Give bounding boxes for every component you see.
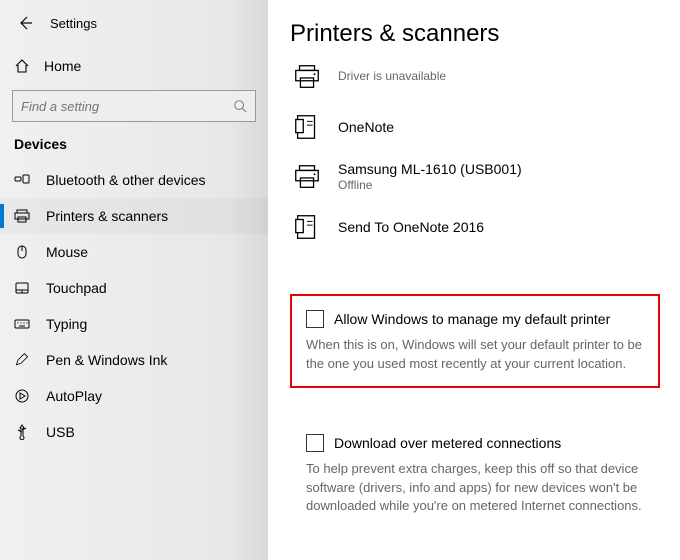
back-arrow-icon [17,15,33,31]
mouse-icon [14,244,30,260]
home-icon [14,58,30,74]
autoplay-icon [14,388,30,404]
default-printer-label: Allow Windows to manage my default print… [334,311,610,327]
sidebar-item-label: Typing [46,316,87,332]
sidebar-item-printers[interactable]: Printers & scanners [0,198,268,234]
sidebar-item-bluetooth[interactable]: Bluetooth & other devices [0,162,268,198]
sidebar-item-label: Printers & scanners [46,208,168,224]
sidebar-item-touchpad[interactable]: Touchpad [0,270,268,306]
device-status: Driver is unavailable [338,69,446,85]
printer-device-icon [290,60,324,94]
metered-checkbox[interactable] [306,434,324,452]
search-icon [233,99,247,113]
device-item[interactable]: Samsung ML-1610 (USB001) Offline [290,154,660,204]
back-button[interactable] [14,12,36,34]
default-printer-desc: When this is on, Windows will set your d… [306,336,644,374]
metered-section: Download over metered connections To hel… [290,434,660,517]
sidebar-item-pen[interactable]: Pen & Windows Ink [0,342,268,378]
usb-icon [14,424,30,440]
sidebar-item-label: USB [46,424,75,440]
touchpad-icon [14,280,30,296]
onenote-device-icon [290,210,324,244]
device-item[interactable]: OneNote [290,104,660,154]
search-box[interactable] [12,90,256,122]
device-name: OneNote [338,118,394,136]
sidebar-home-label: Home [44,58,81,74]
sidebar-item-label: Touchpad [46,280,107,296]
default-printer-checkbox[interactable] [306,310,324,328]
keyboard-icon [14,316,30,332]
pen-icon [14,352,30,368]
device-item[interactable]: Send To OneNote 2016 [290,204,660,254]
sidebar-item-label: Bluetooth & other devices [46,172,206,188]
sidebar-item-label: Pen & Windows Ink [46,352,167,368]
sidebar-item-usb[interactable]: USB [0,414,268,450]
device-status: Offline [338,178,522,194]
sidebar-home[interactable]: Home [0,48,268,84]
sidebar-item-autoplay[interactable]: AutoPlay [0,378,268,414]
device-name: Samsung ML-1610 (USB001) [338,160,522,178]
printer-icon [14,208,30,224]
settings-sidebar: Settings Home Devices Bluetooth & other … [0,0,268,560]
search-input[interactable] [21,99,233,114]
bluetooth-icon [14,172,30,188]
printer-device-icon [290,160,324,194]
sidebar-item-label: AutoPlay [46,388,102,404]
sidebar-item-typing[interactable]: Typing [0,306,268,342]
window-title: Settings [50,16,97,31]
sidebar-item-label: Mouse [46,244,88,260]
sidebar-item-mouse[interactable]: Mouse [0,234,268,270]
page-title: Printers & scanners [290,20,660,48]
main-panel: Printers & scanners Driver is unavailabl… [268,0,680,560]
default-printer-section: Allow Windows to manage my default print… [290,294,660,388]
onenote-device-icon [290,110,324,144]
sidebar-group-devices: Devices [0,136,268,162]
device-name: Send To OneNote 2016 [338,218,484,236]
metered-label: Download over metered connections [334,435,561,451]
metered-desc: To help prevent extra charges, keep this… [306,460,644,517]
device-item[interactable]: Driver is unavailable [290,60,660,104]
